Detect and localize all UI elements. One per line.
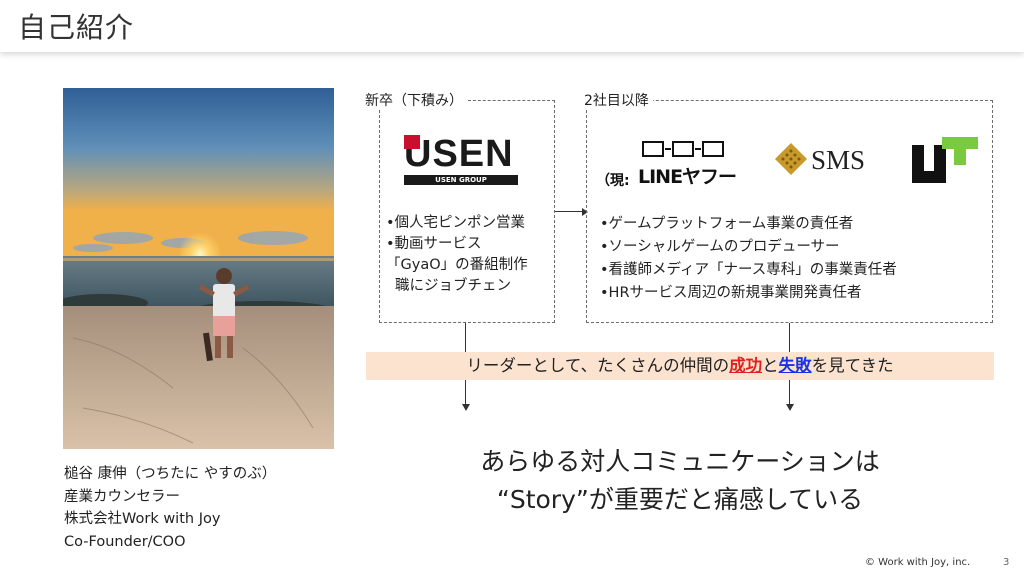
later-bullet: •ゲームプラットフォーム事業の責任者: [600, 216, 854, 232]
later-bullet: •HRサービス周辺の新規事業開発責任者: [600, 285, 862, 301]
banner-prefix: リーダーとして、たくさんの仲間の: [466, 356, 730, 375]
usen-bullet: 職にジョブチェン: [395, 278, 511, 294]
conclusion-line-1: あらゆる対人コミュニケーションは: [480, 447, 880, 476]
profile-name: 槌谷 康伸（つちたに やすのぶ）: [64, 466, 277, 482]
usen-bullet: •個人宅ピンポン営業: [386, 215, 526, 231]
page-number: 3: [1003, 557, 1010, 568]
profile-role: 産業カウンセラー: [64, 488, 180, 505]
slide-header: 自己紹介: [0, 0, 1024, 52]
slide-title: 自己紹介: [18, 11, 135, 44]
usen-bullet: 「GyaO」の番組制作: [386, 257, 528, 273]
usen-logo-sub: USEN GROUP: [404, 175, 518, 185]
career-arrow: [555, 211, 583, 212]
profile-photo: [63, 88, 334, 449]
line-yahoo-logo: LINEヤフー: [638, 140, 748, 188]
later-bullet: •ソーシャルゲームのプロデューサー: [600, 239, 840, 255]
profile-position: Co-Founder/COO: [64, 533, 186, 550]
banner-and: と: [762, 356, 779, 375]
usen-logo: USEN USEN GROUP: [404, 133, 518, 187]
banner-failure: 失敗: [778, 356, 812, 375]
sms-logo: SMS: [775, 143, 887, 179]
conclusion-line-2: “Story”が重要だと痛感している: [496, 485, 864, 514]
later-career-label: 2社目以降: [580, 90, 653, 110]
usen-bullet: •動画サービス: [386, 236, 482, 252]
line-yahoo-text: LINEヤフー: [638, 166, 737, 188]
usen-logo-text: USEN: [404, 133, 514, 175]
current-prefix: （現:: [596, 173, 630, 189]
profile-company: 株式会社Work with Joy: [64, 511, 221, 527]
later-bullets: •ゲームプラットフォーム事業の責任者 •ソーシャルゲームのプロデューサー •看護…: [600, 213, 897, 305]
copyright: © Work with Joy, inc.: [865, 557, 971, 568]
leadership-banner: リーダーとして、たくさんの仲間の成功と失敗を見てきた: [366, 352, 994, 380]
profile-info: 槌谷 康伸（つちたに やすのぶ） 産業カウンセラー 株式会社Work with …: [64, 463, 276, 553]
sms-text: SMS: [811, 145, 866, 175]
ut-logo: UT: [912, 137, 980, 185]
usen-bullets: •個人宅ピンポン営業 •動画サービス 「GyaO」の番組制作 職にジョブチェン: [386, 213, 528, 297]
down-arrow-left-head: [462, 404, 470, 411]
banner-success: 成功: [729, 356, 763, 375]
banner-suffix: を見てきた: [811, 356, 894, 375]
new-grad-label: 新卒（下積み）: [361, 90, 467, 110]
later-bullet: •看護師メディア「ナース専科」の事業責任者: [600, 262, 897, 278]
down-arrow-right-head: [786, 404, 794, 411]
